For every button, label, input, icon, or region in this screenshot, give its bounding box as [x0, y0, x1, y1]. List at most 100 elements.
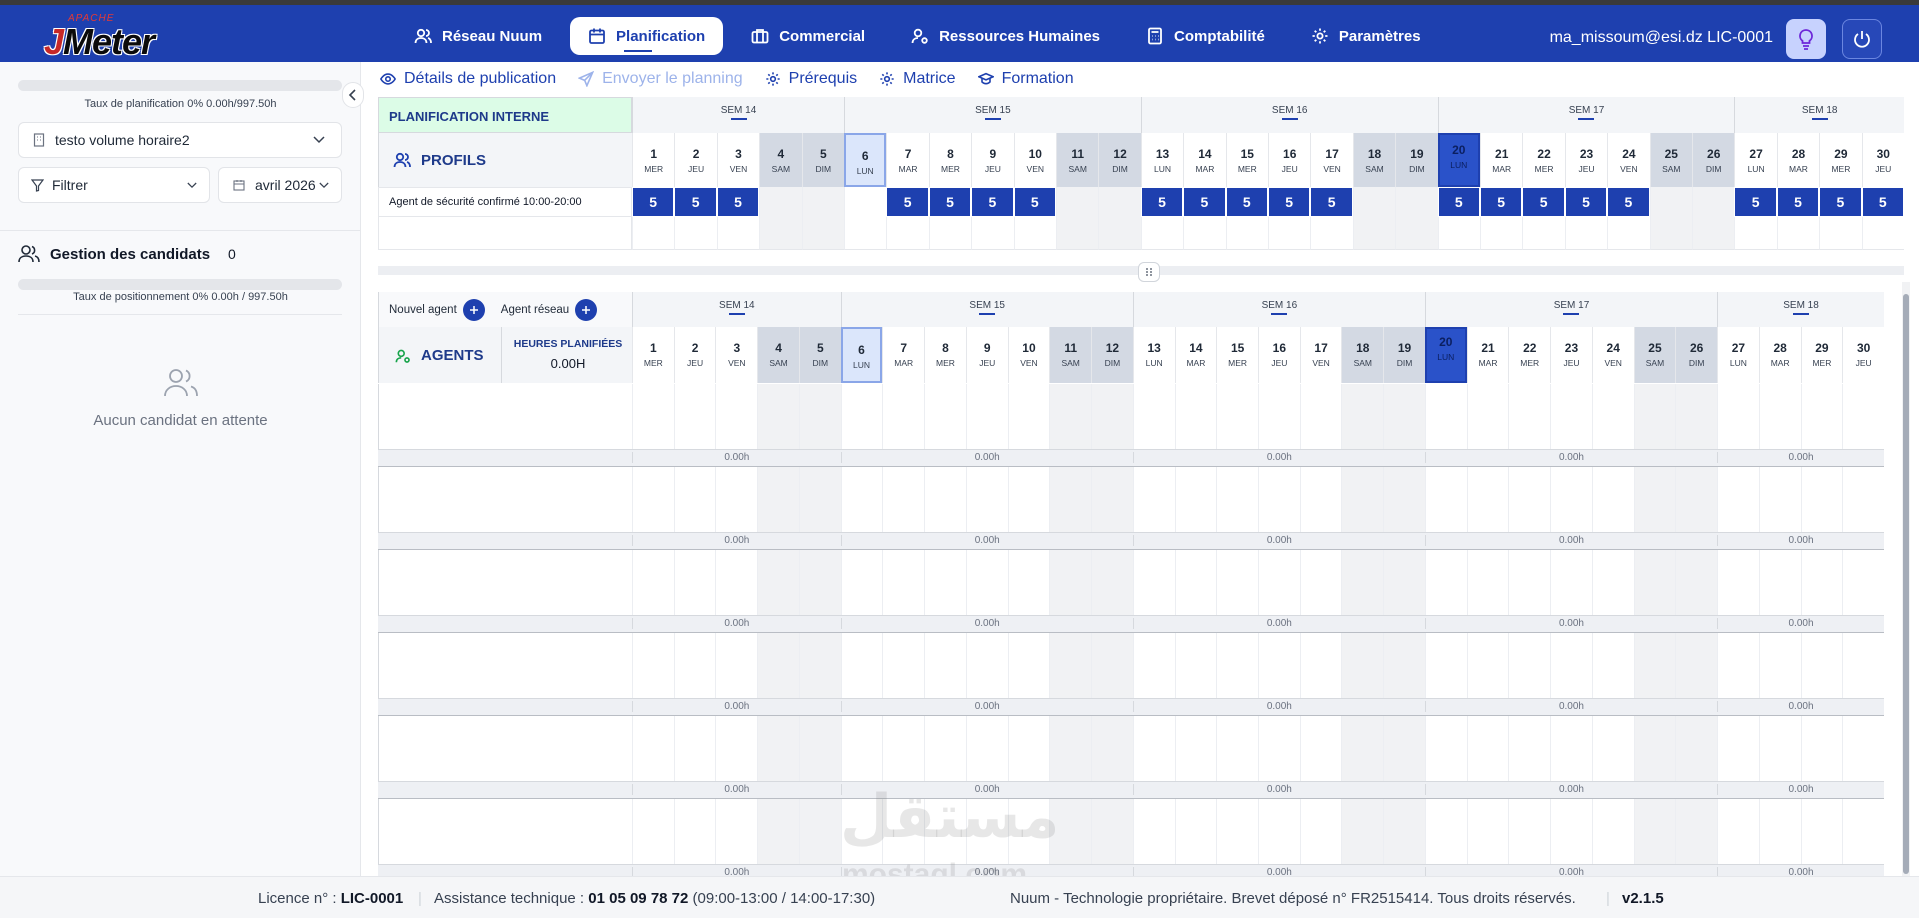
agent-day-cell[interactable]	[965, 550, 1008, 615]
day-header-29[interactable]: 29 MER	[1800, 327, 1843, 383]
day-header-22[interactable]: 22 MER	[1508, 327, 1550, 383]
logout-button[interactable]	[1842, 19, 1882, 59]
day-header-6[interactable]: 6 LUN	[844, 133, 887, 187]
agent-day-cell[interactable]	[1717, 467, 1759, 532]
agent-day-cell[interactable]	[1174, 799, 1217, 864]
agent-day-cell[interactable]	[1049, 384, 1092, 449]
agent-row[interactable]	[378, 550, 632, 615]
agent-day-cell[interactable]	[1717, 550, 1759, 615]
add-network-agent-button[interactable]	[575, 298, 598, 321]
agent-day-cell[interactable]	[1842, 467, 1884, 532]
agent-day-cell[interactable]	[1216, 384, 1258, 449]
agent-day-cell[interactable]	[1717, 799, 1759, 864]
day-header-9[interactable]: 9 JEU	[971, 133, 1013, 187]
agent-day-cell[interactable]	[1633, 384, 1676, 449]
agent-day-cell[interactable]	[1508, 384, 1550, 449]
site-select[interactable]: testo volume horaire2	[18, 122, 342, 158]
agent-day-cell[interactable]	[1758, 384, 1801, 449]
agent-day-cell[interactable]	[1591, 550, 1634, 615]
agent-day-cell[interactable]	[798, 716, 841, 781]
profile-value-cell[interactable]: 5	[929, 188, 971, 216]
day-header-3[interactable]: 3 VEN	[715, 327, 757, 383]
agent-day-cell[interactable]	[1508, 633, 1550, 698]
agent-day-cell[interactable]	[965, 716, 1008, 781]
agent-day-cell[interactable]	[1007, 384, 1050, 449]
profile-value-cell[interactable]: 5	[1820, 188, 1861, 216]
profile-value-cell[interactable]: 5	[675, 188, 716, 216]
agent-day-cell[interactable]	[1007, 550, 1050, 615]
day-header-30[interactable]: 30 JEU	[1861, 133, 1904, 187]
agent-day-cell[interactable]	[1383, 716, 1425, 781]
agent-day-cell[interactable]	[1675, 467, 1718, 532]
agent-day-cell[interactable]	[1299, 799, 1342, 864]
agent-day-cell[interactable]	[882, 384, 924, 449]
agent-day-cell[interactable]	[1758, 716, 1801, 781]
day-header-11[interactable]: 11 SAM	[1056, 133, 1099, 187]
profile-value-cell[interactable]: 5	[1269, 188, 1310, 216]
day-header-14[interactable]: 14 MAR	[1174, 327, 1217, 383]
agent-day-cell[interactable]	[1424, 550, 1467, 615]
agent-day-cell[interactable]	[673, 799, 716, 864]
agent-day-cell[interactable]	[798, 799, 841, 864]
agent-day-cell[interactable]	[1299, 550, 1342, 615]
scrollbar-thumb[interactable]	[1903, 294, 1909, 874]
agent-day-cell[interactable]	[715, 633, 757, 698]
agent-day-cell[interactable]	[1508, 716, 1550, 781]
agent-day-cell[interactable]	[1091, 633, 1133, 698]
agent-day-cell[interactable]	[924, 384, 966, 449]
agent-day-cell[interactable]	[1341, 799, 1384, 864]
day-header-1[interactable]: 1 MER	[632, 327, 674, 383]
agent-day-cell[interactable]	[1800, 633, 1843, 698]
agent-day-cell[interactable]	[1216, 467, 1258, 532]
agent-day-cell[interactable]	[1216, 799, 1258, 864]
day-header-5[interactable]: 5 DIM	[801, 133, 844, 187]
nav-tab-0[interactable]: Réseau Nuum	[396, 17, 560, 55]
day-header-10[interactable]: 10 VEN	[1007, 327, 1050, 383]
agent-day-cell[interactable]	[673, 716, 716, 781]
day-header-26[interactable]: 26 DIM	[1692, 133, 1735, 187]
agent-day-cell[interactable]	[965, 467, 1008, 532]
profile-value-cell[interactable]: 5	[1141, 188, 1183, 216]
profile-value-cell[interactable]: 5	[1862, 188, 1903, 216]
agent-day-cell[interactable]	[1258, 716, 1300, 781]
agent-day-cell[interactable]	[1424, 633, 1467, 698]
agent-day-cell[interactable]	[1466, 716, 1509, 781]
agent-day-cell[interactable]	[1341, 467, 1384, 532]
agent-day-cell[interactable]	[1049, 716, 1092, 781]
agent-day-cell[interactable]	[1174, 716, 1217, 781]
profile-empty-cell[interactable]	[1692, 217, 1735, 250]
agent-day-cell[interactable]	[1591, 633, 1634, 698]
agent-row[interactable]	[378, 633, 632, 698]
month-select[interactable]: avril 2026	[218, 167, 342, 203]
day-header-19[interactable]: 19 DIM	[1383, 327, 1425, 383]
agent-day-cell[interactable]	[882, 467, 924, 532]
agent-day-cell[interactable]	[757, 467, 799, 532]
profile-empty-cell[interactable]	[971, 217, 1014, 250]
agent-day-cell[interactable]	[1091, 467, 1133, 532]
agent-day-cell[interactable]	[1508, 467, 1550, 532]
profile-value-cell[interactable]: 5	[633, 188, 674, 216]
day-header-8[interactable]: 8 MER	[928, 133, 971, 187]
day-header-16[interactable]: 16 JEU	[1258, 327, 1300, 383]
agent-day-cell[interactable]	[1550, 799, 1592, 864]
agent-day-cell[interactable]	[1258, 467, 1300, 532]
profile-value-cell[interactable]: 5	[1735, 188, 1776, 216]
day-header-12[interactable]: 12 DIM	[1098, 133, 1141, 187]
agent-day-cell[interactable]	[1466, 384, 1509, 449]
agent-day-cell[interactable]	[1132, 633, 1175, 698]
day-header-2[interactable]: 2 JEU	[673, 327, 716, 383]
agent-day-cell[interactable]	[757, 550, 799, 615]
profile-empty-cell[interactable]	[1861, 217, 1904, 250]
day-header-28[interactable]: 28 MAR	[1758, 327, 1801, 383]
agent-day-cell[interactable]	[1842, 799, 1884, 864]
agent-day-cell[interactable]	[1717, 633, 1759, 698]
agent-day-cell[interactable]	[632, 550, 674, 615]
profile-empty-cell[interactable]	[759, 187, 802, 217]
agent-day-cell[interactable]	[1717, 384, 1759, 449]
profile-empty-cell[interactable]	[1098, 217, 1141, 250]
profile-empty-cell[interactable]	[1734, 217, 1777, 250]
agent-day-cell[interactable]	[715, 550, 757, 615]
agent-day-cell[interactable]	[1299, 467, 1342, 532]
day-header-7[interactable]: 7 MAR	[882, 327, 924, 383]
agent-day-cell[interactable]	[1675, 716, 1718, 781]
